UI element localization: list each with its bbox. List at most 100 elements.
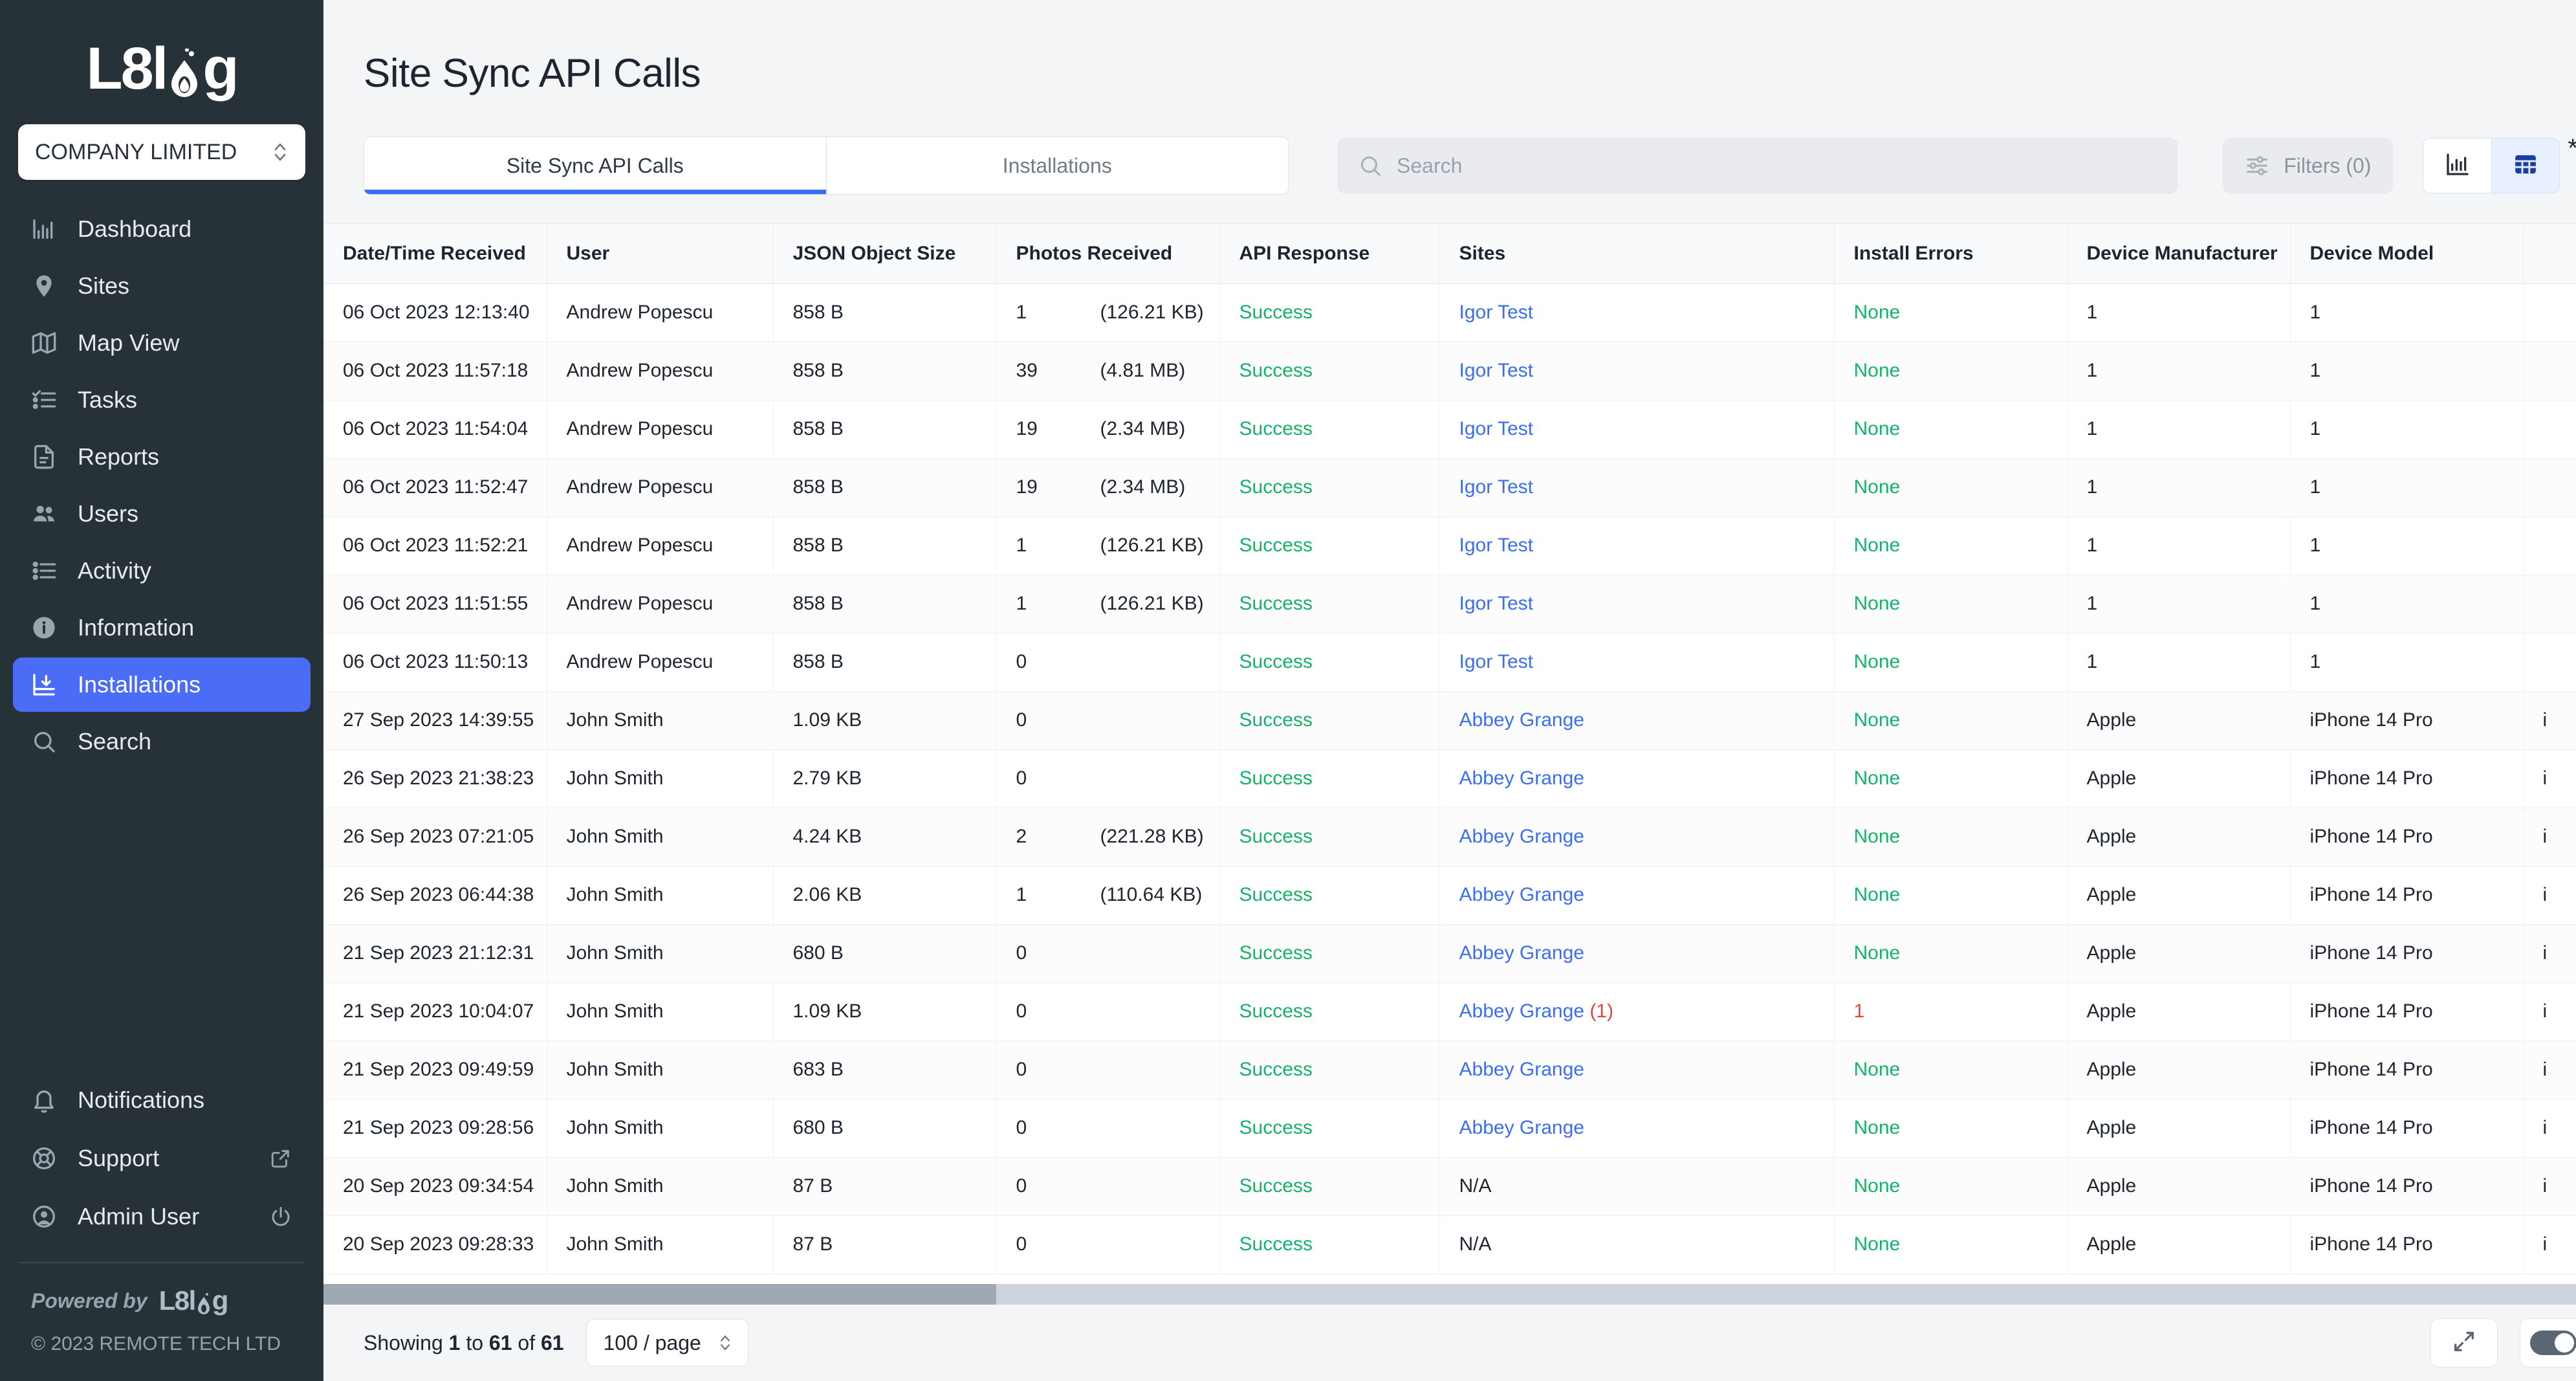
cell-overflow bbox=[2523, 400, 2576, 459]
table-row[interactable]: 06 Oct 2023 12:13:40 Andrew Popescu 858 B1… bbox=[323, 283, 2576, 342]
site-link[interactable]: Igor Test bbox=[1459, 476, 1534, 498]
table-row[interactable]: 06 Oct 2023 11:54:04 Andrew Popescu 858 B1… bbox=[323, 400, 2576, 459]
site-link[interactable]: Abbey Grange bbox=[1459, 1000, 1584, 1022]
site-link[interactable]: Abbey Grange bbox=[1459, 826, 1584, 847]
column-header-sites[interactable]: Sites bbox=[1439, 224, 1835, 284]
table-row[interactable]: 21 Sep 2023 21:12:31 John Smith 680 B 0 Succ… bbox=[323, 924, 2576, 983]
photos-count: 1 bbox=[1016, 535, 1027, 556]
tab-site-sync-api-calls[interactable]: Site Sync API Calls bbox=[364, 137, 826, 194]
column-header-overflow[interactable] bbox=[2523, 224, 2576, 284]
search-input[interactable]: Search bbox=[1338, 138, 2178, 193]
column-header-photos[interactable]: Photos Received bbox=[996, 224, 1220, 284]
cell-device-model: iPhone 14 Pro bbox=[2290, 982, 2524, 1041]
table-row[interactable]: 06 Oct 2023 11:57:18 Andrew Popescu 858 B3… bbox=[323, 342, 2576, 401]
site-link[interactable]: Igor Test bbox=[1459, 418, 1534, 439]
table-footer: Showing 1 to 61 of 61 100 / page bbox=[323, 1305, 2576, 1381]
table-row[interactable]: 20 Sep 2023 09:28:33 John Smith 87 B 0 Succe… bbox=[323, 1215, 2576, 1274]
expand-view-button[interactable] bbox=[2430, 1318, 2498, 1367]
photos-count: 0 bbox=[1016, 1059, 1027, 1080]
sidebar-item-notifications[interactable]: Notifications bbox=[13, 1073, 311, 1127]
site-link[interactable]: Igor Test bbox=[1459, 360, 1534, 381]
table-row[interactable]: 21 Sep 2023 09:28:56 John Smith 680 B 0 Succ… bbox=[323, 1099, 2576, 1158]
checklist-icon bbox=[30, 386, 58, 414]
table-row[interactable]: 21 Sep 2023 09:49:59 John Smith 683 B 0 Succ… bbox=[323, 1041, 2576, 1099]
site-link[interactable]: Abbey Grange bbox=[1459, 768, 1584, 789]
table-row[interactable]: 06 Oct 2023 11:51:55 Andrew Popescu 858 B1… bbox=[323, 575, 2576, 634]
table-row[interactable]: 06 Oct 2023 11:50:13 Andrew Popescu 858 B 0… bbox=[323, 633, 2576, 692]
table-header: Date/Time Received User JSON Object Size… bbox=[323, 224, 2576, 284]
site-link[interactable]: Abbey Grange bbox=[1459, 1059, 1584, 1080]
table-row[interactable]: 26 Sep 2023 21:38:23 John Smith 2.79 KB 0 Su… bbox=[323, 749, 2576, 808]
install-errors-value: None bbox=[1853, 418, 1901, 439]
cell-overflow: i bbox=[2523, 1157, 2576, 1216]
site-link[interactable]: Igor Test bbox=[1459, 593, 1534, 614]
table-row[interactable]: 26 Sep 2023 06:44:38 John Smith 2.06 KB 1 (1… bbox=[323, 866, 2576, 925]
tab-installations[interactable]: Installations bbox=[825, 137, 1288, 194]
horizontal-scrollbar[interactable] bbox=[323, 1284, 2576, 1305]
lifebuoy-icon bbox=[30, 1144, 58, 1173]
density-toggle-button[interactable] bbox=[2519, 1318, 2576, 1367]
site-link[interactable]: Abbey Grange bbox=[1459, 942, 1584, 964]
table-row[interactable]: 26 Sep 2023 07:21:05 John Smith 4.24 KB 2 (2… bbox=[323, 808, 2576, 867]
column-header-install-errors[interactable]: Install Errors bbox=[1834, 224, 2068, 284]
table-row[interactable]: 27 Sep 2023 14:39:55 John Smith 1.09 KB 0 Su… bbox=[323, 691, 2576, 750]
cell-device-manufacturer: Apple bbox=[2067, 924, 2291, 983]
site-link[interactable]: Igor Test bbox=[1459, 651, 1534, 672]
sidebar-item-support[interactable]: Support bbox=[13, 1131, 311, 1186]
horizontal-scrollbar-thumb[interactable] bbox=[323, 1284, 996, 1305]
sidebar-item-search[interactable]: Search bbox=[13, 714, 311, 769]
cell-install-errors: None bbox=[1834, 283, 2068, 342]
sidebar-item-installations[interactable]: Installations bbox=[13, 657, 311, 712]
sidebar-item-users[interactable]: Users bbox=[13, 487, 311, 541]
sidebar-item-sites[interactable]: Sites bbox=[13, 259, 311, 313]
cell-user: Andrew Popescu bbox=[547, 400, 774, 459]
external-link-icon[interactable] bbox=[268, 1145, 294, 1171]
cell-device-manufacturer: 1 bbox=[2067, 575, 2291, 634]
cell-user: John Smith bbox=[547, 1215, 774, 1274]
cell-json-size: 683 B bbox=[773, 1041, 997, 1099]
sidebar-item-dashboard[interactable]: Dashboard bbox=[13, 202, 311, 256]
logo-text-primary: L8l bbox=[86, 36, 168, 102]
filters-button-label: Filters (0) bbox=[2284, 153, 2372, 177]
cell-overflow: i bbox=[2523, 1041, 2576, 1099]
column-header-datetime[interactable]: Date/Time Received bbox=[323, 224, 547, 284]
table-row[interactable]: 06 Oct 2023 11:52:47 Andrew Popescu 858 B1… bbox=[323, 458, 2576, 517]
cell-install-errors: None bbox=[1834, 575, 2068, 634]
table-row[interactable]: 20 Sep 2023 09:34:54 John Smith 87 B 0 Succe… bbox=[323, 1157, 2576, 1216]
table-view-button[interactable] bbox=[2491, 138, 2560, 193]
cell-datetime: 06 Oct 2023 11:54:04 bbox=[323, 400, 547, 459]
api-status-text: Success bbox=[1239, 1175, 1313, 1197]
site-link[interactable]: Abbey Grange bbox=[1459, 709, 1584, 731]
sidebar-item-information[interactable]: Information bbox=[13, 601, 311, 655]
cell-install-errors: 1 bbox=[1834, 982, 2068, 1041]
powered-logo-text-primary: L8l bbox=[158, 1285, 197, 1316]
install-errors-value: None bbox=[1853, 1175, 1901, 1197]
cell-datetime: 20 Sep 2023 09:34:54 bbox=[323, 1157, 547, 1216]
column-header-device-manufacturer[interactable]: Device Manufacturer bbox=[2067, 224, 2291, 284]
table-row[interactable]: 21 Sep 2023 10:04:07 John Smith 1.09 KB 0 Su… bbox=[323, 982, 2576, 1041]
company-selector[interactable]: COMPANY LIMITED bbox=[18, 124, 305, 180]
table-row[interactable]: 06 Oct 2023 11:52:21 Andrew Popescu 858 B1… bbox=[323, 516, 2576, 575]
per-page-selector[interactable]: 100 / page bbox=[585, 1319, 748, 1367]
cell-device-manufacturer: 1 bbox=[2067, 283, 2291, 342]
site-link[interactable]: Abbey Grange bbox=[1459, 884, 1584, 905]
column-header-json-size[interactable]: JSON Object Size bbox=[773, 224, 997, 284]
site-link[interactable]: Abbey Grange bbox=[1459, 1117, 1584, 1138]
column-header-device-model[interactable]: Device Model bbox=[2290, 224, 2524, 284]
sidebar-item-activity[interactable]: Activity bbox=[13, 544, 311, 598]
api-status-text: Success bbox=[1239, 418, 1313, 439]
power-icon[interactable] bbox=[268, 1204, 294, 1230]
cell-user: Andrew Popescu bbox=[547, 516, 774, 575]
sidebar-item-label: Notifications bbox=[78, 1087, 205, 1113]
filters-button[interactable]: Filters (0) bbox=[2223, 138, 2394, 193]
sidebar-item-reports[interactable]: Reports bbox=[13, 430, 311, 484]
column-header-user[interactable]: User bbox=[547, 224, 774, 284]
column-header-api-response[interactable]: API Response bbox=[1219, 224, 1440, 284]
sidebar-item-map-view[interactable]: Map View bbox=[13, 316, 311, 370]
site-link[interactable]: Igor Test bbox=[1459, 302, 1534, 323]
site-link[interactable]: Igor Test bbox=[1459, 535, 1534, 556]
sidebar-item-tasks[interactable]: Tasks bbox=[13, 373, 311, 427]
chart-view-button[interactable] bbox=[2423, 138, 2491, 193]
sidebar-item-admin-user[interactable]: Admin User bbox=[13, 1189, 311, 1244]
cell-api-response: Success bbox=[1219, 458, 1440, 517]
